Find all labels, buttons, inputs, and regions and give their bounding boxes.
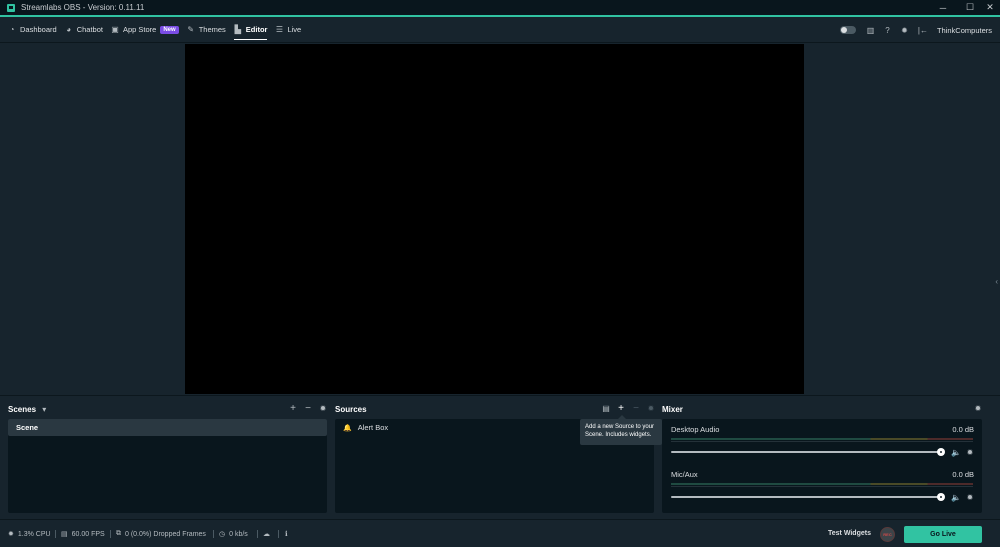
window-title: Streamlabs OBS - Version: 0.11.11 bbox=[21, 3, 145, 12]
nav-live[interactable]: ☰ Live bbox=[275, 17, 301, 43]
bitrate-icon: ◷ bbox=[219, 531, 226, 538]
gear-icon[interactable]: ✹ bbox=[966, 448, 974, 457]
divider bbox=[55, 530, 56, 538]
scenes-title-label: Scenes bbox=[8, 405, 37, 414]
nav-dashboard[interactable]: ◔ Dashboard bbox=[8, 17, 57, 43]
volume-slider[interactable] bbox=[671, 496, 941, 498]
add-source-button[interactable]: + bbox=[616, 404, 626, 414]
nav-label: App Store bbox=[122, 25, 157, 34]
source-label: Alert Box bbox=[357, 423, 389, 432]
volume-meter bbox=[671, 438, 973, 440]
fps-value: 60.00 FPS bbox=[71, 530, 105, 538]
scenes-list: Scene bbox=[8, 419, 327, 513]
close-button[interactable]: ✕ bbox=[980, 0, 1000, 15]
volume-meter-secondary bbox=[671, 441, 973, 442]
go-live-button[interactable]: Go Live bbox=[904, 526, 982, 543]
volume-slider-handle[interactable] bbox=[937, 493, 945, 501]
stream-preview[interactable] bbox=[185, 44, 804, 394]
volume-slider-handle[interactable] bbox=[937, 448, 945, 456]
channel-db: 0.0 dB bbox=[952, 470, 974, 479]
mixer-title: Mixer bbox=[662, 405, 683, 414]
help-icon[interactable]: ? bbox=[883, 26, 892, 35]
fps-icon: ▤ bbox=[61, 531, 68, 538]
divider bbox=[257, 530, 258, 538]
dropped-frames-stat: ⧉ 0 (0.0%) Dropped Frames bbox=[116, 530, 206, 538]
cpu-stat: ✹ 1.3% CPU bbox=[8, 530, 51, 539]
dropped-frames-icon: ⧉ bbox=[116, 530, 121, 537]
studio-mode-icon[interactable]: ▥ bbox=[866, 26, 875, 35]
volume-meter bbox=[671, 483, 973, 485]
cloud-icon[interactable]: ☁ bbox=[263, 530, 270, 538]
folder-icon[interactable]: ▤ bbox=[601, 404, 611, 414]
logout-icon[interactable]: |← bbox=[917, 26, 929, 35]
divider bbox=[278, 530, 279, 538]
scenes-title: Scenes ▾ bbox=[8, 405, 46, 414]
app-window: Streamlabs OBS - Version: 0.11.11 ─ ☐ ✕ … bbox=[0, 0, 1000, 547]
cpu-value: 1.3% CPU bbox=[17, 530, 51, 538]
channel-name: Mic/Aux bbox=[671, 470, 698, 479]
title-bar: Streamlabs OBS - Version: 0.11.11 bbox=[0, 0, 1000, 15]
speaker-icon[interactable]: 🔈 bbox=[951, 493, 961, 502]
nav-label: Themes bbox=[198, 25, 226, 34]
nav-label: Chatbot bbox=[76, 25, 103, 34]
nav-app-store[interactable]: ▣ App Store New bbox=[111, 17, 179, 43]
nav-label: Dashboard bbox=[20, 25, 57, 34]
nav-label: Editor bbox=[245, 25, 268, 34]
nav-label: Live bbox=[287, 25, 302, 34]
remove-scene-button[interactable]: − bbox=[303, 404, 313, 414]
add-scene-button[interactable]: + bbox=[288, 404, 298, 414]
editor-icon: ▙ bbox=[234, 24, 241, 34]
sources-title: Sources bbox=[335, 405, 367, 414]
divider bbox=[110, 530, 111, 538]
scene-settings-icon[interactable]: ✹ bbox=[318, 404, 328, 414]
maximize-button[interactable]: ☐ bbox=[960, 0, 980, 15]
channel-name: Desktop Audio bbox=[671, 425, 720, 434]
chevron-left-icon[interactable]: ‹ bbox=[995, 277, 998, 286]
mixer-settings-icon[interactable]: ✹ bbox=[973, 404, 983, 414]
source-settings-icon[interactable]: ✹ bbox=[646, 404, 656, 414]
chatbot-icon: ◕ bbox=[66, 24, 72, 34]
volume-slider[interactable] bbox=[671, 451, 941, 453]
divider bbox=[0, 395, 1000, 396]
nav-themes[interactable]: ✎ Themes bbox=[187, 17, 226, 43]
cpu-icon: ✹ bbox=[8, 531, 14, 538]
test-widgets-button[interactable]: Test Widgets bbox=[828, 530, 871, 537]
bitrate-stat: ◷ 0 kb/s bbox=[219, 530, 248, 539]
bell-icon: 🔔 bbox=[343, 424, 352, 432]
live-icon: ☰ bbox=[275, 24, 284, 34]
top-nav-right: ▥ ? ✹ |← ThinkComputers bbox=[839, 17, 1000, 43]
themes-icon: ✎ bbox=[187, 24, 195, 34]
dashboard-icon: ◔ bbox=[9, 24, 15, 34]
top-nav: ◔ Dashboard ◕ Chatbot ▣ App Store New ✎ … bbox=[0, 17, 1000, 43]
fps-stat: ▤ 60.00 FPS bbox=[61, 530, 105, 539]
divider bbox=[213, 530, 214, 538]
nav-editor[interactable]: ▙ Editor bbox=[233, 17, 268, 43]
dropped-frames-value: 0 (0.0%) Dropped Frames bbox=[125, 530, 206, 538]
info-icon[interactable]: ℹ bbox=[285, 530, 288, 538]
night-mode-toggle[interactable] bbox=[839, 26, 856, 34]
minimize-button[interactable]: ─ bbox=[933, 0, 953, 15]
chevron-down-icon[interactable]: ▾ bbox=[42, 405, 46, 414]
scene-item[interactable]: Scene bbox=[8, 419, 327, 436]
channel-db: 0.0 dB bbox=[952, 425, 974, 434]
bitrate-value: 0 kb/s bbox=[229, 530, 248, 538]
gear-icon[interactable]: ✹ bbox=[966, 493, 974, 502]
speaker-icon[interactable]: 🔈 bbox=[951, 448, 961, 457]
streamlabs-logo-icon bbox=[7, 3, 15, 12]
remove-source-button[interactable]: − bbox=[631, 404, 641, 414]
nav-chatbot[interactable]: ◕ Chatbot bbox=[65, 17, 103, 43]
settings-icon[interactable]: ✹ bbox=[900, 26, 909, 35]
record-button[interactable]: REC bbox=[880, 527, 895, 542]
add-source-tooltip: Add a new Source to your Scene. Includes… bbox=[580, 415, 662, 445]
new-badge: New bbox=[160, 25, 179, 34]
app-store-icon: ▣ bbox=[111, 24, 119, 34]
username[interactable]: ThinkComputers bbox=[937, 26, 992, 35]
status-bar: ✹ 1.3% CPU ▤ 60.00 FPS ⧉ 0 (0.0%) Droppe… bbox=[0, 519, 1000, 547]
volume-meter-secondary bbox=[671, 486, 973, 487]
